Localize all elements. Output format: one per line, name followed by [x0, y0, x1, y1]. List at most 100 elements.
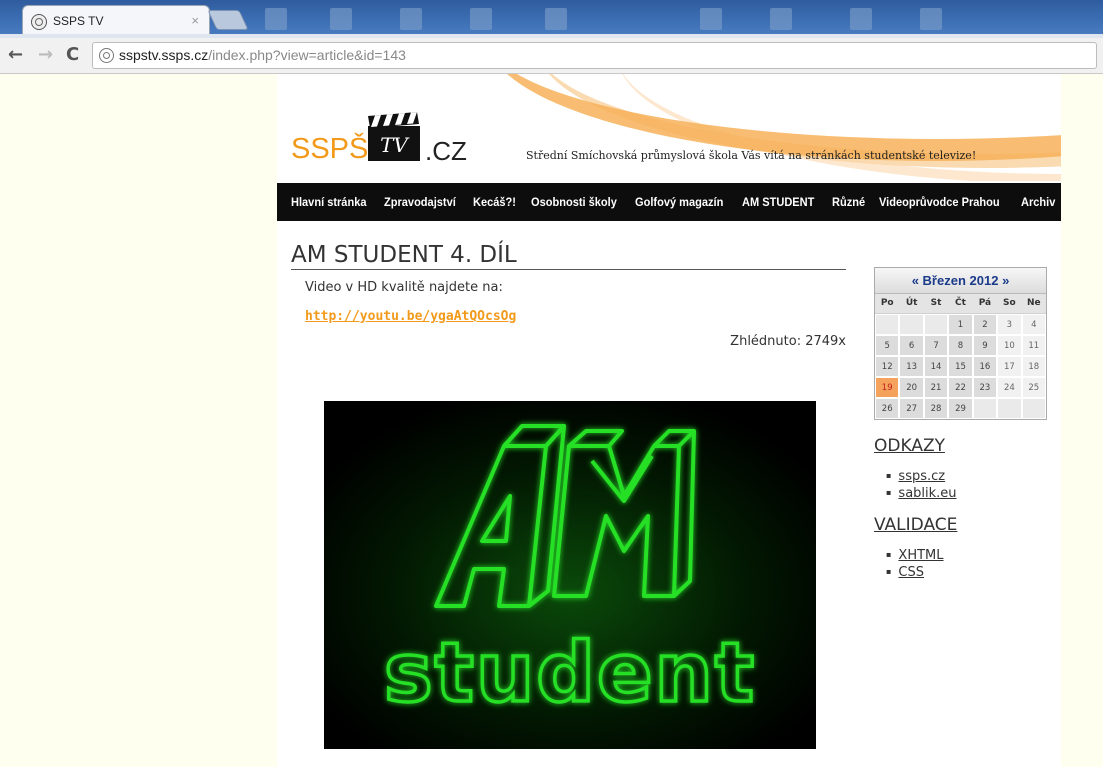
nav-item[interactable]: Různé — [832, 195, 865, 209]
reload-icon[interactable]: C — [66, 44, 79, 65]
nav-item[interactable]: Zpravodajství — [384, 195, 456, 209]
validation-item: XHTML — [886, 548, 1047, 565]
sidebar: « Březen 2012 » Po Út St Čt Pá So Ne 1 2 3 4 5 6 7 8 9 1… — [874, 267, 1047, 582]
calendar-prev-button[interactable]: « — [912, 273, 919, 288]
url-path: /index.php?view=article&id=143 — [208, 47, 406, 63]
nav-item[interactable]: Videoprůvodce Prahou — [879, 195, 1000, 209]
url-text[interactable]: sspstv.ssps.cz/index.php?view=article&id… — [119, 47, 406, 63]
nav-item[interactable]: Kecáš?! — [473, 195, 516, 209]
calendar-day-header: Ne — [1021, 294, 1046, 314]
header-swoosh — [487, 74, 1061, 161]
links-heading: ODKAZY — [874, 436, 945, 456]
site-header: SSPŠ TV .CZ Střední Smíchovská průmyslov… — [277, 74, 1061, 181]
am-student-logo: student — [324, 401, 816, 749]
calendar: « Březen 2012 » Po Út St Čt Pá So Ne 1 2 3 4 5 6 7 8 9 1… — [874, 267, 1047, 420]
nav-item[interactable]: AM STUDENT — [742, 195, 814, 209]
calendar-day[interactable]: 2 — [972, 314, 998, 335]
taskbar-icon — [770, 8, 792, 30]
taskbar-icon — [545, 8, 567, 30]
validation-heading: VALIDACE — [874, 515, 958, 535]
page-container: SSPŠ TV .CZ Střední Smíchovská průmyslov… — [277, 74, 1061, 767]
taskbar-icon — [700, 8, 722, 30]
nav-item[interactable]: Golfový magazín — [635, 195, 723, 209]
calendar-empty-cell — [899, 314, 924, 335]
validation-list: XHTML CSS — [874, 548, 1047, 582]
calendar-day[interactable]: 16 — [972, 356, 998, 377]
logo-ssps[interactable]: SSPŠ — [291, 133, 368, 166]
browser-tab[interactable]: SSPS TV × — [22, 5, 210, 39]
calendar-day[interactable]: 23 — [972, 377, 998, 398]
calendar-header: « Březen 2012 » — [875, 268, 1046, 294]
view-count: Zhlédnuto: 2749x — [730, 334, 846, 349]
calendar-day-header: So — [997, 294, 1022, 314]
main-navigation: Hlavní stránka Zpravodajství Kecáš?! Osobno… — [277, 183, 1061, 221]
tab-title: SSPS TV — [53, 14, 104, 28]
calendar-day[interactable]: 14 — [923, 356, 949, 377]
calendar-day[interactable]: 4 — [1021, 314, 1046, 335]
taskbar-icon — [920, 8, 942, 30]
calendar-day[interactable]: 12 — [875, 356, 900, 377]
logo-tv: TV — [380, 133, 410, 157]
calendar-day[interactable]: 1 — [948, 314, 973, 335]
calendar-day[interactable]: 8 — [948, 335, 973, 356]
calendar-day[interactable]: 28 — [923, 398, 949, 419]
address-bar[interactable]: sspstv.ssps.cz/index.php?view=article&id… — [92, 42, 1097, 69]
nav-item[interactable]: Archiv — [1021, 195, 1055, 209]
calendar-month: Březen 2012 — [922, 273, 999, 288]
calendar-day[interactable]: 15 — [948, 356, 973, 377]
calendar-empty-cell — [997, 398, 1022, 419]
sidebar-link-link[interactable]: sablik.eu — [898, 486, 956, 501]
forward-arrow-icon[interactable]: → — [38, 44, 53, 65]
globe-icon — [31, 14, 47, 30]
calendar-day[interactable]: 13 — [899, 356, 924, 377]
calendar-day[interactable]: 3 — [997, 314, 1022, 335]
calendar-empty-cell — [1021, 398, 1046, 419]
video-thumbnail[interactable]: student — [324, 401, 816, 749]
calendar-day[interactable]: 9 — [972, 335, 998, 356]
clapperboard-icon[interactable]: TV — [367, 112, 421, 162]
nav-list: Hlavní stránka Zpravodajství Kecáš?! Osobno… — [277, 183, 1061, 221]
calendar-empty-cell — [972, 398, 998, 419]
new-tab-button[interactable] — [207, 10, 249, 30]
calendar-day[interactable]: 22 — [948, 377, 973, 398]
calendar-day[interactable]: 19 — [875, 377, 900, 398]
calendar-day[interactable]: 10 — [997, 335, 1022, 356]
calendar-day[interactable]: 26 — [875, 398, 900, 419]
calendar-day-header: Út — [899, 294, 924, 314]
sidebar-link-item: sablik.eu — [886, 486, 1047, 503]
calendar-day[interactable]: 17 — [997, 356, 1022, 377]
calendar-day[interactable]: 11 — [1021, 335, 1046, 356]
calendar-day[interactable]: 27 — [899, 398, 924, 419]
calendar-day[interactable]: 5 — [875, 335, 900, 356]
calendar-day[interactable]: 7 — [923, 335, 949, 356]
taskbar-icon — [330, 8, 352, 30]
logo-cz[interactable]: .CZ — [425, 136, 467, 167]
browser-toolbar: ← → C sspstv.ssps.cz/index.php?view=arti… — [0, 38, 1103, 74]
close-icon[interactable]: × — [191, 13, 199, 28]
calendar-day-header: Pá — [972, 294, 998, 314]
calendar-day[interactable]: 20 — [899, 377, 924, 398]
student-letters: student — [384, 626, 756, 721]
back-arrow-icon[interactable]: ← — [8, 44, 23, 65]
youtube-link[interactable]: http://youtu.be/ygaAtQOcsOg — [305, 309, 846, 324]
nav-item[interactable]: Hlavní stránka — [291, 195, 366, 209]
article-title: AM STUDENT 4. DÍL — [291, 242, 846, 270]
validation-link[interactable]: CSS — [898, 565, 924, 580]
validation-item: CSS — [886, 565, 1047, 582]
calendar-grid: Po Út St Čt Pá So Ne 1 2 3 4 5 6 7 8 9 10 11 12 13 14 15 16 17 1… — [875, 294, 1046, 419]
calendar-day[interactable]: 6 — [899, 335, 924, 356]
sidebar-link-item: ssps.cz — [886, 469, 1047, 486]
calendar-day[interactable]: 21 — [923, 377, 949, 398]
calendar-day[interactable]: 25 — [1021, 377, 1046, 398]
calendar-day-header: St — [923, 294, 949, 314]
nav-item[interactable]: Osobnosti školy — [531, 195, 617, 209]
calendar-next-button[interactable]: » — [1002, 273, 1009, 288]
calendar-empty-cell — [875, 314, 900, 335]
taskbar-icon — [400, 8, 422, 30]
calendar-day[interactable]: 29 — [948, 398, 973, 419]
validation-link[interactable]: XHTML — [898, 548, 943, 563]
calendar-day[interactable]: 24 — [997, 377, 1022, 398]
calendar-day[interactable]: 18 — [1021, 356, 1046, 377]
taskbar-icon — [470, 8, 492, 30]
sidebar-link-link[interactable]: ssps.cz — [898, 469, 945, 484]
